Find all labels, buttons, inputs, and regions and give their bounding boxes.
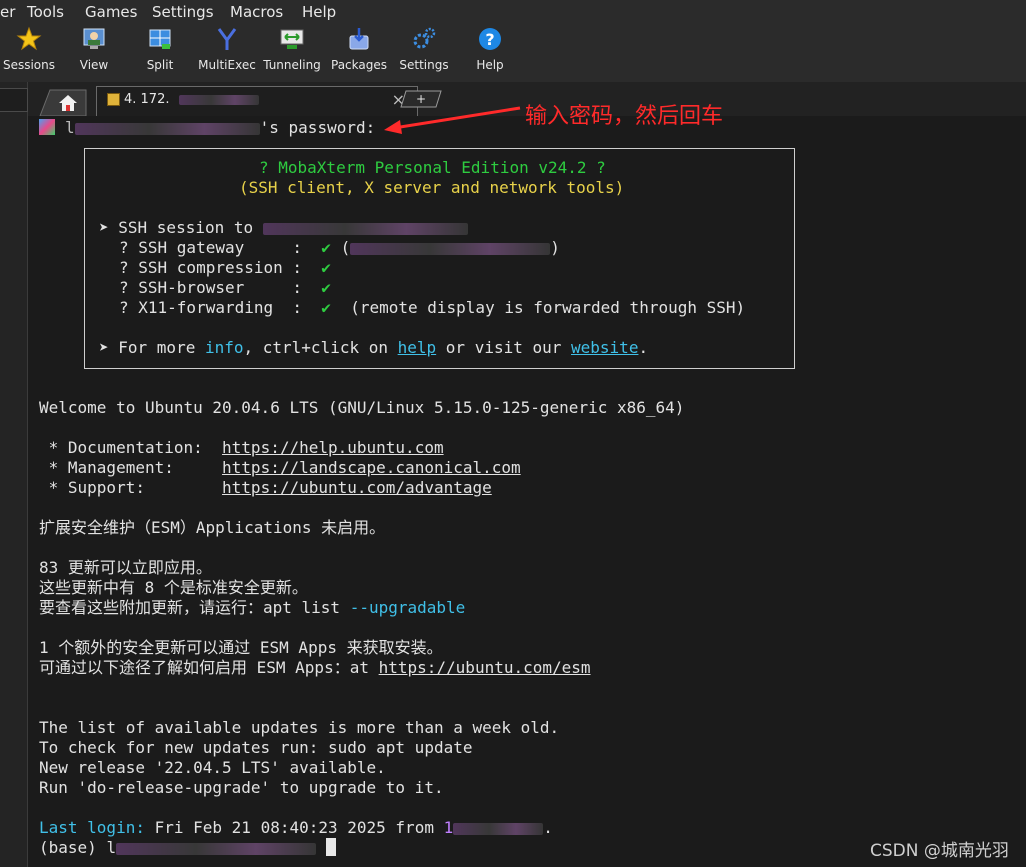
password-prompt: l's password: [39, 118, 375, 138]
ssh-session-line: ➤ SSH session to [99, 218, 468, 238]
management-line: * Management: https://landscape.canonica… [39, 458, 521, 477]
help-icon: ? [479, 28, 501, 50]
website-link[interactable]: website [571, 338, 638, 357]
session-icon [39, 119, 55, 135]
watermark: CSDN @城南光羽 [870, 841, 1009, 861]
settings-button[interactable]: Settings [398, 26, 450, 78]
tab-home[interactable] [38, 88, 88, 116]
split-icon [149, 29, 171, 49]
support-line: * Support: https://ubuntu.com/advantage [39, 478, 492, 497]
sidebar-search-box[interactable] [0, 88, 28, 112]
terminal[interactable]: l's password: ? MobaXterm Personal Editi… [29, 116, 1026, 867]
ssh-gateway-line: ? SSH gateway : ✔ () [119, 238, 560, 257]
shell-prompt: (base) l [39, 838, 336, 858]
menu-help[interactable]: Help [302, 3, 336, 21]
tunneling-button[interactable]: Tunneling [262, 26, 322, 78]
banner-title: ? MobaXterm Personal Edition v24.2 ? [259, 158, 606, 177]
split-button[interactable]: Split [138, 26, 182, 78]
packages-icon [349, 28, 369, 50]
last-login-line: Last login: Fri Feb 21 08:40:23 2025 fro… [39, 818, 553, 837]
list-line-4: Run 'do-release-upgrade' to upgrade to i… [39, 778, 444, 797]
ssh-compression-line: ? SSH compression : ✔ [119, 258, 331, 277]
cursor [325, 838, 336, 856]
support-link[interactable]: https://ubuntu.com/advantage [222, 478, 492, 497]
updates-line-2: 这些更新中有 8 个是标准安全更新。 [39, 578, 308, 597]
gear-icon [413, 27, 436, 49]
esm-link[interactable]: https://ubuntu.com/esm [379, 658, 591, 677]
list-line-3: New release '22.04.5 LTS' available. [39, 758, 386, 777]
multiexec-icon [217, 28, 237, 50]
annotation-arrow [384, 106, 521, 134]
updates-line-1: 83 更新可以立即应用。 [39, 558, 212, 577]
svg-text:?: ? [485, 30, 494, 49]
sessions-button[interactable]: Sessions [0, 26, 58, 78]
documentation-line: * Documentation: https://help.ubuntu.com [39, 438, 444, 457]
menu-settings[interactable]: Settings [152, 3, 214, 21]
toolbar: Sessions View Split MultiExec Tunneling … [0, 24, 1026, 82]
redacted-host [179, 95, 259, 105]
annotation-text: 输入密码，然后回车 [525, 104, 724, 129]
esm-apps-line-1: 1 个额外的安全更新可以通过 ESM Apps 来获取安装。 [39, 638, 443, 657]
menu-tools[interactable]: Tools [27, 3, 64, 21]
updates-line-3: 要查看这些附加更新，请运行：apt list --upgradable [39, 598, 466, 617]
tab-session[interactable]: 4. 172. × [96, 86, 418, 116]
menu-bar: er Tools Games Settings Macros Help [0, 0, 1026, 24]
esm-apps-line-2: 可通过以下途径了解如何启用 ESM Apps：at https://ubuntu… [39, 658, 591, 677]
list-line-1: The list of available updates is more th… [39, 718, 560, 737]
x11-forwarding-line: ? X11-forwarding : ✔ (remote display is … [119, 298, 746, 317]
help-link[interactable]: help [398, 338, 437, 357]
view-icon [83, 28, 105, 49]
terminal-tab-icon [107, 93, 120, 106]
list-line-2: To check for new updates run: sudo apt u… [39, 738, 473, 757]
ssh-browser-line: ? SSH-browser : ✔ [119, 278, 331, 297]
sidebar [0, 82, 28, 867]
menu-server[interactable]: er [0, 3, 15, 21]
multiexec-button[interactable]: MultiExec [198, 26, 256, 78]
menu-games[interactable]: Games [85, 3, 137, 21]
redacted-user [74, 122, 260, 135]
documentation-link[interactable]: https://help.ubuntu.com [222, 438, 444, 457]
esm-line: 扩展安全维护（ESM）Applications 未启用。 [39, 518, 386, 537]
info-link[interactable]: info [205, 338, 244, 357]
banner-subtitle: (SSH client, X server and network tools) [239, 178, 625, 197]
tunneling-icon [280, 29, 304, 49]
help-button[interactable]: ? Help [470, 26, 510, 78]
view-button[interactable]: View [70, 26, 118, 78]
more-info-line: ➤ For more info, ctrl+click on help or v… [99, 338, 649, 357]
menu-macros[interactable]: Macros [230, 3, 283, 21]
management-link[interactable]: https://landscape.canonical.com [222, 458, 521, 477]
packages-button[interactable]: Packages [330, 26, 388, 78]
welcome-line: Welcome to Ubuntu 20.04.6 LTS (GNU/Linux… [39, 398, 685, 417]
tab-session-title: 4. 172. [124, 92, 170, 107]
star-icon [16, 26, 42, 51]
